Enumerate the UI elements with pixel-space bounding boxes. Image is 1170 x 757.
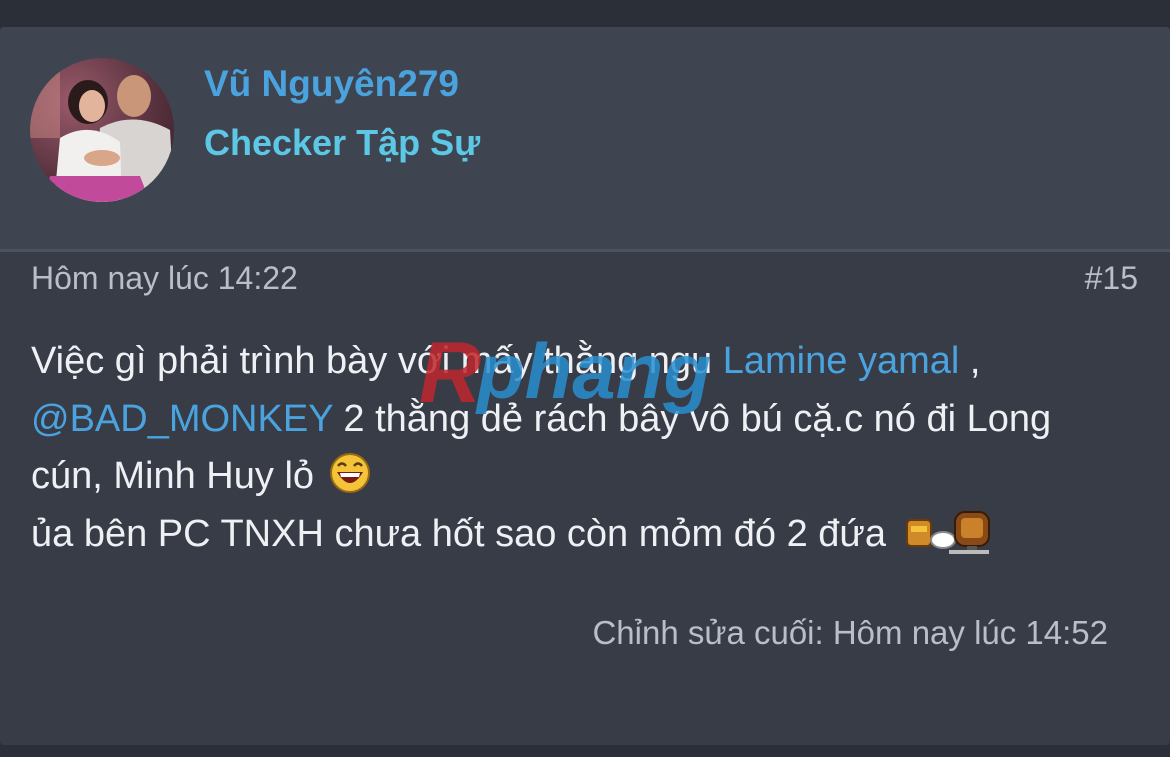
message-text: 2 thằng dẻ rách bây vô bú cặ.c nó đi Lon… — [332, 397, 1052, 440]
message-text: Việc gì phải trình bày với mấy thằng ngu — [31, 340, 723, 382]
post-message-body: Việc gì phải trình bày với mấy thằng ngu… — [31, 333, 1141, 563]
message-line-3: cún, Minh Huy lỏ — [31, 448, 1141, 506]
post-author-header: Vũ Nguyên279 Checker Tập Sự — [0, 27, 1170, 252]
post-timestamp[interactable]: Hôm nay lúc 14:22 — [31, 260, 298, 297]
author-username[interactable]: Vũ Nguyên279 — [204, 63, 459, 105]
avatar-photo-icon — [30, 58, 174, 202]
message-text: ủa bên PC TNXH chưa hốt sao còn mỏm đó 2… — [31, 512, 897, 555]
message-text: , — [959, 340, 981, 382]
message-line-4: ủa bên PC TNXH chưa hốt sao còn mỏm đó 2… — [31, 506, 1141, 564]
mention-link[interactable]: Lamine yamal — [723, 340, 960, 382]
avatar[interactable] — [30, 58, 174, 202]
message-text: cún, Minh Huy lỏ — [31, 455, 325, 497]
coffee-break-icon — [905, 510, 990, 554]
mention-link[interactable]: @BAD_MONKEY — [31, 398, 333, 440]
message-line-2: @BAD_MONKEY 2 thằng dẻ rách bây vô bú cặ… — [31, 391, 1141, 449]
laughing-smiley-icon — [329, 453, 370, 493]
author-user-title: Checker Tập Sự — [204, 122, 481, 163]
post-number-link[interactable]: #15 — [1085, 260, 1138, 297]
last-edited-note: Chỉnh sửa cuối: Hôm nay lúc 14:52 — [592, 614, 1108, 651]
message-line-1: Việc gì phải trình bày với mấy thằng ngu… — [31, 333, 1141, 391]
